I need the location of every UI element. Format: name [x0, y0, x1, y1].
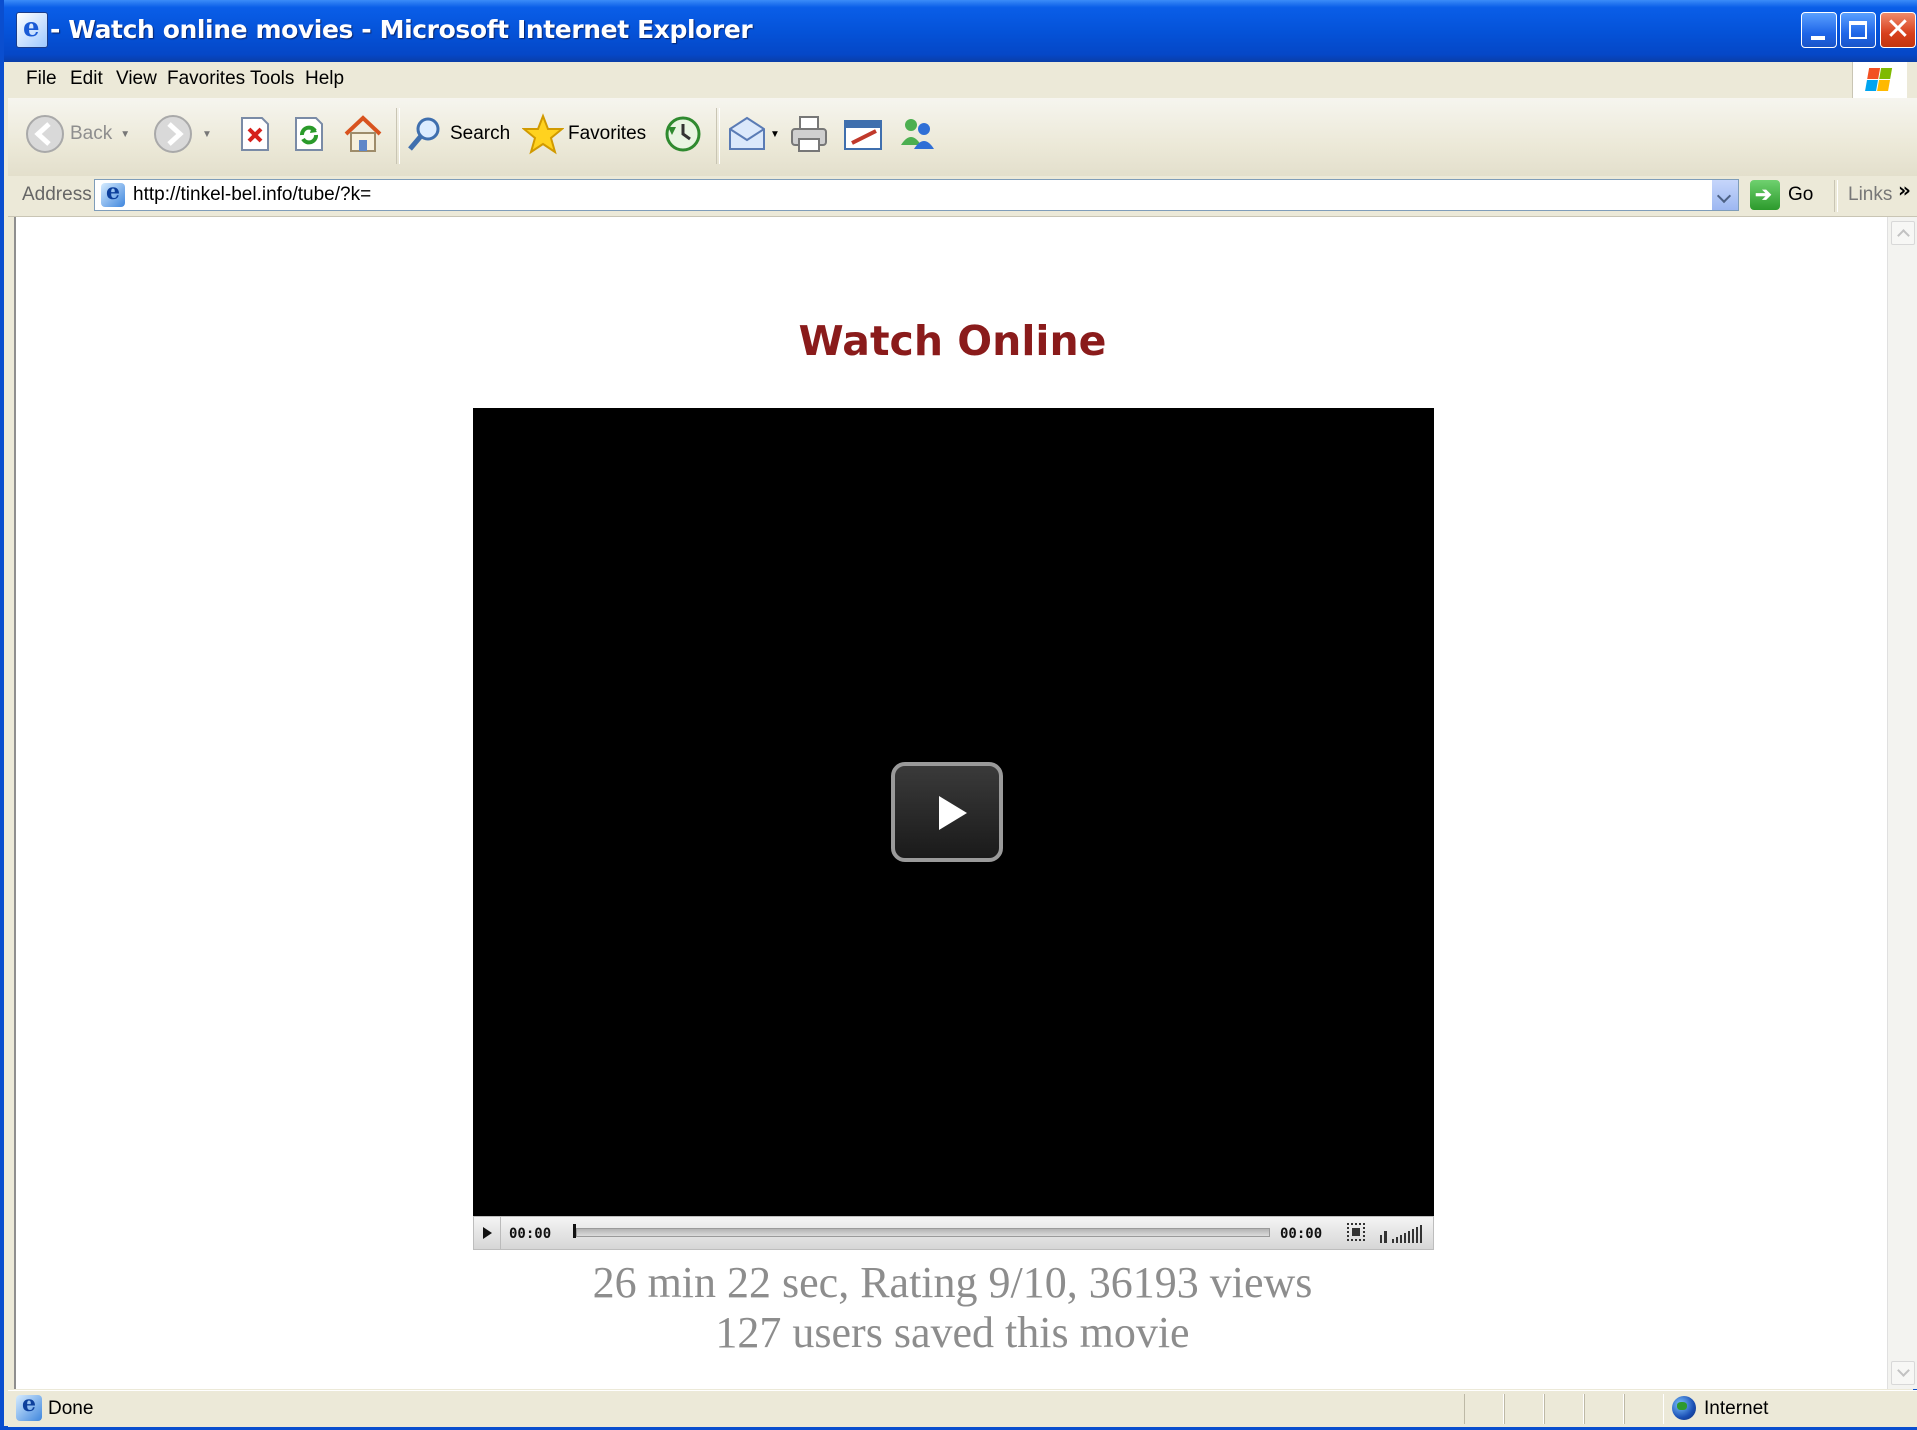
- forward-button[interactable]: ▼: [152, 112, 212, 156]
- messenger-icon: [896, 113, 938, 155]
- search-button[interactable]: Search: [404, 112, 510, 156]
- favorites-label: Favorites: [568, 123, 647, 144]
- scroll-down-icon[interactable]: [1891, 1361, 1915, 1385]
- video-player[interactable]: [473, 408, 1434, 1216]
- back-dropdown-icon[interactable]: ▼: [120, 129, 130, 140]
- status-pane: [1544, 1394, 1584, 1424]
- stop-icon: [234, 113, 276, 155]
- links-button[interactable]: Links: [1848, 184, 1892, 206]
- forward-dropdown-icon[interactable]: ▼: [202, 129, 212, 140]
- go-button[interactable]: Go: [1750, 179, 1813, 211]
- stop-button[interactable]: [234, 112, 276, 156]
- url-input[interactable]: [133, 182, 1683, 208]
- address-field[interactable]: [94, 179, 1739, 211]
- browser-window: - Watch online movies - Microsoft Intern…: [0, 0, 1917, 1430]
- page-heading: Watch Online: [798, 317, 1107, 365]
- home-button[interactable]: [342, 112, 384, 156]
- ie-page-icon: [16, 1391, 42, 1421]
- page-content: Watch Online 00:00 00:00 26 min 22 sec, …: [14, 217, 1887, 1389]
- address-label: Address: [22, 184, 92, 205]
- seek-bar[interactable]: [576, 1228, 1270, 1237]
- title-bar[interactable]: - Watch online movies - Microsoft Intern…: [4, 0, 1917, 62]
- minimize-icon: [1811, 36, 1825, 40]
- links-separator: [1834, 180, 1838, 212]
- refresh-icon: [288, 113, 330, 155]
- status-pane: [1624, 1394, 1664, 1424]
- back-button[interactable]: Back ▼: [24, 112, 130, 156]
- windows-logo: [1852, 62, 1907, 98]
- menu-favorites[interactable]: Favorites: [163, 66, 249, 92]
- back-label: Back: [70, 123, 113, 144]
- menu-tools[interactable]: Tools: [246, 66, 298, 92]
- restore-button[interactable]: [1840, 12, 1876, 48]
- refresh-button[interactable]: [288, 112, 330, 156]
- player-controls: 00:00 00:00: [473, 1216, 1434, 1250]
- movie-stats: 26 min 22 sec, Rating 9/10, 36193 views: [592, 1258, 1313, 1307]
- history-button[interactable]: [662, 112, 704, 156]
- total-time: 00:00: [1280, 1226, 1323, 1242]
- status-text: Done: [48, 1398, 94, 1419]
- print-icon: [788, 113, 830, 155]
- search-label: Search: [450, 123, 511, 144]
- ie-page-icon: [16, 12, 48, 48]
- fullscreen-icon[interactable]: [1347, 1223, 1365, 1241]
- current-time: 00:00: [509, 1226, 552, 1242]
- address-bar: Address Go Links »: [8, 176, 1917, 217]
- search-magnifier-icon: [404, 113, 446, 155]
- vertical-scrollbar[interactable]: [1887, 217, 1917, 1389]
- back-arrow-icon: [24, 113, 66, 155]
- menu-view[interactable]: View: [112, 66, 161, 92]
- status-bar: Done Internet: [8, 1390, 1917, 1427]
- status-pane: [1464, 1394, 1504, 1424]
- go-arrow-icon: [1750, 180, 1780, 210]
- ie-page-icon: [101, 179, 125, 207]
- restore-icon: [1849, 21, 1867, 39]
- scroll-up-icon[interactable]: [1891, 221, 1915, 245]
- close-button[interactable]: ✕: [1880, 12, 1916, 48]
- menu-file[interactable]: File: [22, 66, 61, 92]
- mail-icon: [726, 113, 768, 155]
- mail-dropdown-icon[interactable]: ▼: [770, 129, 780, 140]
- internet-globe-icon: [1672, 1396, 1696, 1420]
- volume-icon[interactable]: [1380, 1223, 1428, 1243]
- toolbar-separator: [396, 108, 400, 164]
- print-button[interactable]: [788, 112, 830, 156]
- menu-bar: File Edit View Favorites Tools Help: [8, 62, 1917, 99]
- toolbar-separator: [716, 108, 720, 164]
- edit-icon: [842, 113, 884, 155]
- home-icon: [342, 113, 384, 155]
- movie-saved-count: 127 users saved this movie: [715, 1308, 1190, 1357]
- close-icon: ✕: [1885, 12, 1911, 47]
- minimize-button[interactable]: [1801, 12, 1837, 48]
- address-dropdown-icon[interactable]: [1711, 180, 1738, 210]
- favorites-button[interactable]: Favorites: [521, 112, 647, 156]
- favorites-star-icon: [521, 113, 565, 155]
- status-pane: [1504, 1394, 1544, 1424]
- play-overlay-button[interactable]: [891, 762, 1003, 862]
- status-pane: [1584, 1394, 1624, 1424]
- links-chevron-icon[interactable]: »: [1898, 178, 1911, 202]
- security-zone: Internet: [1704, 1398, 1769, 1419]
- play-icon[interactable]: [474, 1217, 501, 1249]
- menu-help[interactable]: Help: [301, 66, 348, 92]
- go-label: Go: [1788, 184, 1814, 205]
- edit-button[interactable]: [842, 112, 884, 156]
- menu-edit[interactable]: Edit: [66, 66, 107, 92]
- mail-button[interactable]: ▼: [726, 112, 780, 156]
- standard-toolbar: Back ▼ ▼ Search Favorites ▼: [8, 98, 1917, 177]
- forward-arrow-icon: [152, 113, 194, 155]
- window-title: - Watch online movies - Microsoft Intern…: [50, 15, 753, 44]
- history-icon: [662, 113, 704, 155]
- messenger-button[interactable]: [896, 112, 938, 156]
- windows-flag-icon: [1865, 68, 1893, 92]
